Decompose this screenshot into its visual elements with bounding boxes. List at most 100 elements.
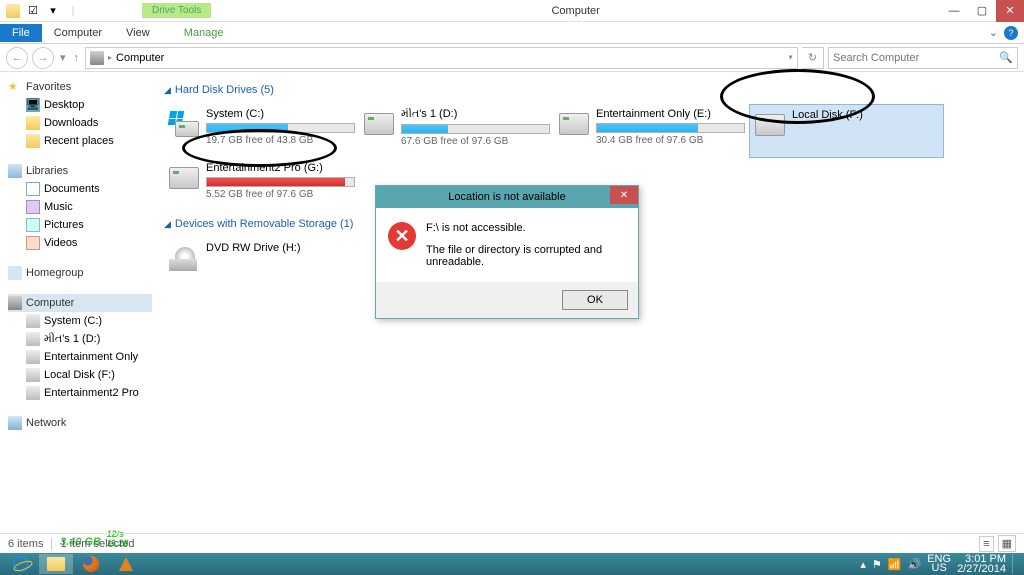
nav-music[interactable]: Music: [8, 198, 152, 216]
hdd-icon: [168, 162, 200, 194]
drive-dvd[interactable]: DVD RW Drive (H:): [164, 238, 359, 292]
title-bar: ☑ ▾ | Drive Tools Computer — ▢ ✕: [0, 0, 1024, 22]
dialog-ok-button[interactable]: OK: [562, 290, 628, 310]
show-desktop-button[interactable]: [1012, 554, 1018, 574]
drive-freespace: 30.4 GB free of 97.6 GB: [596, 135, 745, 146]
refresh-button[interactable]: ↻: [802, 47, 824, 69]
maximize-button[interactable]: ▢: [968, 0, 996, 22]
explorer-icon[interactable]: [4, 2, 22, 20]
star-icon: ★: [8, 80, 22, 94]
tray-language[interactable]: ENGUS: [927, 555, 951, 573]
nav-documents[interactable]: Documents: [8, 180, 152, 198]
homegroup-icon: [8, 266, 22, 280]
taskbar-firefox[interactable]: [74, 554, 108, 574]
drive-label: મીત's 1 (D:): [401, 108, 550, 121]
hdd-icon: [754, 109, 786, 141]
drive-item[interactable]: મીત's 1 (D:)67.6 GB free of 97.6 GB: [359, 104, 554, 158]
tab-file[interactable]: File: [0, 24, 42, 42]
videos-icon: [26, 236, 40, 250]
error-dialog: Location is not available ✕ ✕ F:\ is not…: [375, 185, 639, 319]
nav-favorites-header[interactable]: ★Favorites: [8, 78, 152, 96]
qat-properties-icon[interactable]: ☑: [24, 2, 42, 20]
qat-dropdown-icon[interactable]: ▾: [44, 2, 62, 20]
libraries-icon: [8, 164, 22, 178]
taskbar-ie[interactable]: [4, 554, 38, 574]
view-tiles-icon[interactable]: ▦: [998, 535, 1016, 552]
folder-icon: [47, 557, 65, 571]
help-icon[interactable]: ?: [1004, 26, 1018, 40]
nav-pictures[interactable]: Pictures: [8, 216, 152, 234]
chevron-right-icon[interactable]: ▸: [108, 53, 112, 62]
nav-downloads[interactable]: Downloads: [8, 114, 152, 132]
taskbar-explorer[interactable]: [39, 554, 73, 574]
drive-label: DVD RW Drive (H:): [206, 242, 355, 254]
tray-up-icon[interactable]: ▴: [860, 558, 866, 571]
drive-icon: [26, 314, 40, 328]
window-title: Computer: [211, 5, 940, 17]
nav-drive-d[interactable]: મીત's 1 (D:): [8, 330, 152, 348]
search-input[interactable]: [833, 52, 999, 64]
nav-videos[interactable]: Videos: [8, 234, 152, 252]
recent-dropdown-icon[interactable]: ▾: [58, 51, 68, 64]
drive-item[interactable]: Entertainment Only (E:) 30.4 GB free of 9…: [554, 104, 749, 158]
up-button[interactable]: ↑: [72, 52, 82, 64]
ribbon-expand-icon[interactable]: ⌄: [989, 26, 998, 40]
drive-item[interactable]: Entertainment2 Pro (G:)5.52 GB free of 9…: [164, 158, 359, 212]
nav-drive-c[interactable]: System (C:): [8, 312, 152, 330]
nav-drive-e[interactable]: Entertainment Only: [8, 348, 152, 366]
forward-button[interactable]: →: [32, 47, 54, 69]
tab-manage[interactable]: Manage: [172, 24, 236, 42]
hdd-icon: [168, 108, 200, 140]
close-button[interactable]: ✕: [996, 0, 1024, 22]
breadcrumb-computer[interactable]: Computer: [116, 52, 164, 64]
nav-homegroup[interactable]: Homegroup: [8, 264, 152, 282]
context-tab-drive-tools: Drive Tools: [142, 3, 211, 18]
drive-icon: [26, 332, 40, 346]
search-icon[interactable]: 🔍: [999, 51, 1013, 64]
dialog-message-2: The file or directory is corrupted and u…: [426, 244, 626, 268]
collapse-icon[interactable]: ◢: [164, 219, 171, 230]
nav-libraries-header[interactable]: Libraries: [8, 162, 152, 180]
view-details-icon[interactable]: ≡: [979, 536, 993, 552]
divider: [51, 538, 52, 550]
drive-label: Entertainment Only (E:): [596, 108, 745, 120]
status-item-count: 6 items: [8, 538, 43, 550]
taskbar-vlc[interactable]: [109, 554, 143, 574]
tray-volume-icon[interactable]: 🔊: [908, 558, 922, 571]
folder-icon: [26, 116, 40, 130]
category-hdd[interactable]: ◢Hard Disk Drives (5): [164, 80, 1012, 104]
dialog-message-1: F:\ is not accessible.: [426, 222, 626, 234]
nav-drive-f[interactable]: Local Disk (F:): [8, 366, 152, 384]
recent-icon: [26, 134, 40, 148]
nav-computer[interactable]: Computer: [8, 294, 152, 312]
search-box[interactable]: 🔍: [828, 47, 1018, 69]
dialog-title-bar[interactable]: Location is not available ✕: [376, 186, 638, 208]
error-icon: ✕: [388, 222, 416, 250]
ribbon-tabs: File Computer View Manage ⌄ ?: [0, 22, 1024, 44]
collapse-icon[interactable]: ◢: [164, 85, 171, 96]
drive-label: Entertainment2 Pro (G:): [206, 162, 355, 174]
drive-label: Local Disk (F:): [792, 109, 939, 121]
dialog-close-button[interactable]: ✕: [610, 186, 638, 204]
drive-label: System (C:): [206, 108, 355, 120]
address-bar[interactable]: ▸ Computer ▸: [85, 47, 798, 69]
tab-view[interactable]: View: [114, 24, 162, 42]
tray-action-center-icon[interactable]: ⚑: [872, 558, 882, 571]
tab-computer[interactable]: Computer: [42, 24, 114, 42]
drive-icon: [26, 386, 40, 400]
nav-desktop[interactable]: 🖥Desktop: [8, 96, 152, 114]
back-button[interactable]: ←: [6, 47, 28, 69]
nav-drive-g[interactable]: Entertainment2 Pro: [8, 384, 152, 402]
qat-sep: |: [64, 2, 82, 20]
nav-network[interactable]: Network: [8, 414, 152, 432]
vlc-icon: [119, 557, 133, 571]
nav-recent[interactable]: Recent places: [8, 132, 152, 150]
drive-item[interactable]: System (C:)19.7 GB free of 43.8 GB: [164, 104, 359, 158]
navigation-pane: ★Favorites 🖥Desktop Downloads Recent pla…: [0, 72, 152, 537]
dialog-title: Location is not available: [448, 191, 565, 203]
drive-item[interactable]: Local Disk (F:): [749, 104, 944, 158]
tray-network-icon[interactable]: 📶: [888, 558, 902, 571]
address-dropdown-icon[interactable]: ▸: [786, 55, 795, 59]
tray-clock[interactable]: 3:01 PM2/27/2014: [957, 554, 1006, 574]
minimize-button[interactable]: —: [940, 0, 968, 22]
